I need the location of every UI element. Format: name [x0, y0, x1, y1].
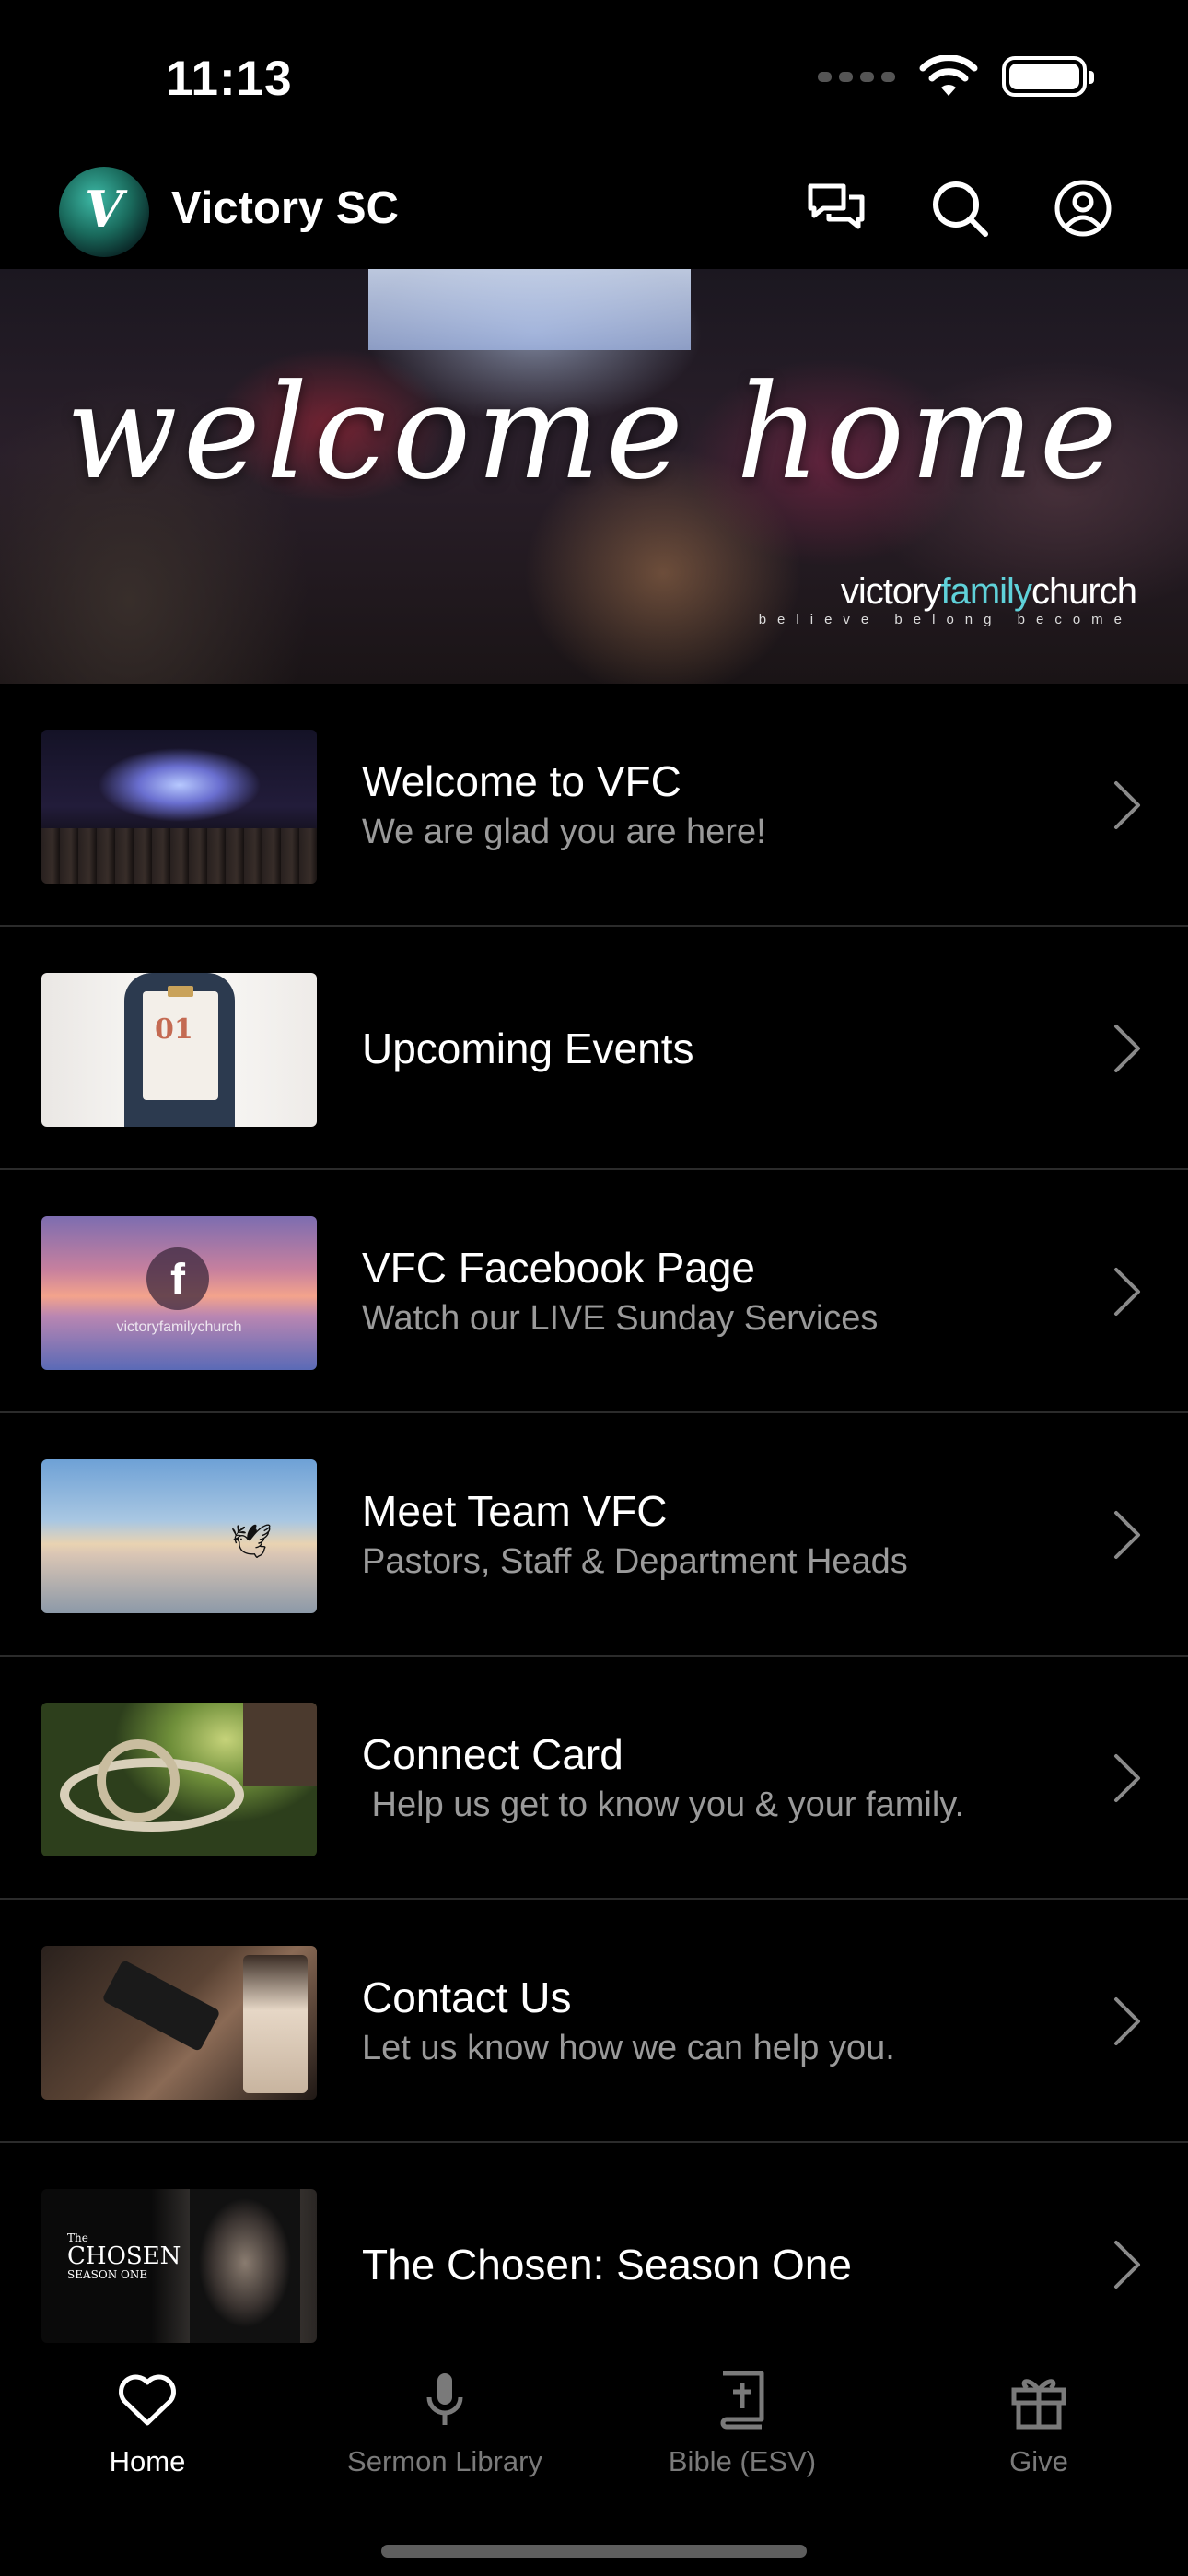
list-item-subtitle: Pastors, Staff & Department Heads	[362, 1542, 908, 1581]
tab-label: Home	[109, 2445, 186, 2477]
hero-brand: victoryfamilychurch	[840, 571, 1137, 613]
battery-icon	[1002, 56, 1094, 97]
tab-label: Give	[1009, 2445, 1068, 2477]
list-item-meet-team[interactable]: 🕊 Meet Team VFC Pastors, Staff & Departm…	[0, 1413, 1188, 1657]
list-item-title: The Chosen: Season One	[362, 2241, 852, 2289]
list-item-subtitle: Let us know how we can help you.	[362, 2029, 895, 2067]
chevron-right-icon	[1114, 1025, 1140, 1072]
chevron-right-icon	[1114, 1511, 1140, 1559]
list-item-title: VFC Facebook Page	[362, 1244, 756, 1292]
church-logo: V	[59, 167, 149, 257]
chevron-right-icon	[1114, 1754, 1140, 1802]
tab-label: Sermon Library	[347, 2445, 542, 2477]
tab-label: Bible (ESV)	[668, 2445, 817, 2477]
tab-give[interactable]: Give	[901, 2368, 1177, 2478]
microphone-icon	[426, 2373, 463, 2425]
bible-icon	[720, 2371, 764, 2430]
tab-home[interactable]: Home	[9, 2368, 285, 2478]
status-time: 11:13	[166, 52, 293, 106]
heart-icon	[119, 2374, 176, 2426]
list-item-connect-card[interactable]: Connect Card Help us get to know you & y…	[0, 1657, 1188, 1900]
chosen-title: CHOSEN	[67, 2242, 181, 2270]
chosen-season: SEASON ONE	[67, 2268, 148, 2281]
facebook-thumb-caption: victoryfamilychurch	[116, 1319, 242, 1335]
list-item-title: Connect Card	[362, 1730, 623, 1778]
list-item-contact-us[interactable]: Contact Us Let us know how we can help y…	[0, 1900, 1188, 2143]
list-item-facebook-page[interactable]: f victoryfamilychurch VFC Facebook Page …	[0, 1170, 1188, 1413]
list-item-title: Upcoming Events	[362, 1025, 694, 1072]
list-item-subtitle: Help us get to know you & your family.	[362, 1786, 965, 1824]
tab-sermon-library[interactable]: Sermon Library	[307, 2368, 583, 2478]
status-indicators	[818, 55, 1094, 98]
chosen-thumbnail: The CHOSEN SEASON ONE	[41, 2189, 317, 2343]
home-indicator[interactable]	[381, 2545, 807, 2558]
list-item-title: Welcome to VFC	[362, 757, 681, 805]
tab-bar: Home Sermon Library Bible (ESV) Give	[0, 2344, 1188, 2576]
list-item-subtitle: We are glad you are here!	[362, 813, 766, 851]
chevron-right-icon	[1114, 1268, 1140, 1316]
facebook-thumbnail: f victoryfamilychurch	[41, 1216, 317, 1370]
hero-tagline: believe belong become	[758, 612, 1133, 627]
team-thumbnail: 🕊	[41, 1459, 317, 1613]
chosen-thumb-logo: The CHOSEN SEASON ONE	[67, 2231, 181, 2281]
list-item-title: Contact Us	[362, 1973, 572, 2021]
chevron-right-icon	[1114, 1997, 1140, 2045]
chevron-right-icon	[1114, 781, 1140, 829]
search-icon[interactable]	[928, 177, 991, 240]
bird-icon: 🕊	[230, 1522, 273, 1560]
messages-icon[interactable]	[805, 177, 868, 240]
list-item-welcome[interactable]: Welcome to VFC We are glad you are here!	[0, 684, 1188, 927]
brand-pre: victory	[840, 571, 942, 612]
hero-banner[interactable]: welcome home victoryfamilychurch believe…	[0, 269, 1188, 684]
header-actions	[805, 177, 1114, 240]
app-title: Victory SC	[171, 183, 399, 233]
tab-bible[interactable]: Bible (ESV)	[604, 2368, 880, 2478]
brand-accent: family	[940, 571, 1031, 612]
app-header: V Victory SC	[0, 157, 1188, 269]
chevron-right-icon	[1114, 2241, 1140, 2289]
list-item-title: Meet Team VFC	[362, 1487, 668, 1535]
list-item-upcoming-events[interactable]: 01 Upcoming Events	[0, 927, 1188, 1170]
cellular-signal-icon	[818, 71, 895, 82]
facebook-icon: f	[146, 1247, 209, 1310]
hero-stage-screen	[368, 269, 691, 350]
events-thumb-number: 01	[155, 1013, 193, 1046]
list-item-subtitle: Watch our LIVE Sunday Services	[362, 1299, 879, 1338]
profile-icon[interactable]	[1052, 177, 1114, 240]
wifi-icon	[919, 55, 978, 96]
status-bar: 11:13	[0, 0, 1188, 157]
gift-icon	[1011, 2379, 1066, 2430]
welcome-thumbnail	[41, 730, 317, 884]
connect-thumbnail	[41, 1703, 317, 1856]
events-thumbnail: 01	[41, 973, 317, 1127]
contact-thumbnail	[41, 1946, 317, 2100]
content-list: Welcome to VFC We are glad you are here!…	[0, 684, 1188, 2386]
brand-post: church	[1031, 571, 1137, 612]
hero-welcome-text: welcome home	[65, 357, 1123, 509]
